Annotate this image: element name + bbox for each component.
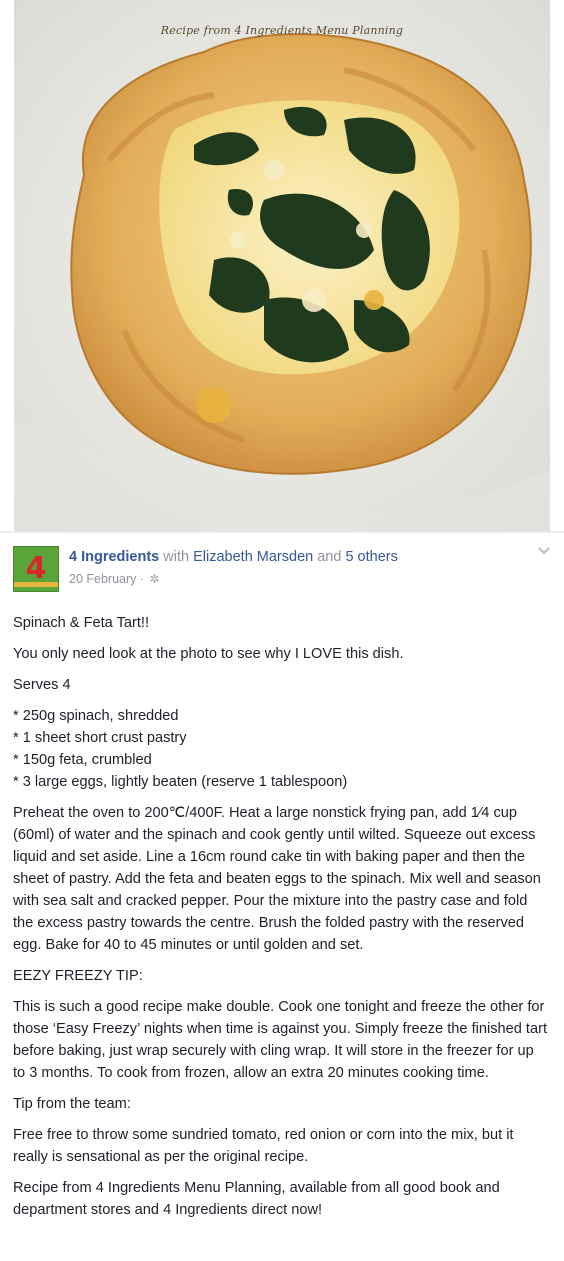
team-tip-text: Free free to throw some sundried tomato,… xyxy=(13,1127,514,1165)
post-title: Spinach & Feta Tart!! xyxy=(13,615,150,631)
post-meta: 20 February · ✲ xyxy=(69,572,160,586)
photo-watermark: Recipe from 4 Ingredients Menu Planning xyxy=(160,24,404,37)
method-text: Preheat the oven to 200℃/400F. Heat a la… xyxy=(13,805,541,953)
others-link[interactable]: 5 others xyxy=(345,549,397,565)
and-text: and xyxy=(317,549,342,565)
avatar-number: 4 xyxy=(25,551,47,586)
tagged-person-link[interactable]: Elizabeth Marsden xyxy=(193,549,313,565)
ingredient-item: * 250g spinach, shredded xyxy=(13,708,179,724)
ingredients-list: * 250g spinach, shredded * 1 sheet short… xyxy=(13,705,549,793)
post-body: Spinach & Feta Tart!! You only need look… xyxy=(13,612,549,1230)
team-tip-heading: Tip from the team: xyxy=(13,1096,131,1112)
closing-text: Recipe from 4 Ingredients Menu Planning,… xyxy=(13,1180,500,1218)
ingredient-item: * 3 large eggs, lightly beaten (reserve … xyxy=(13,774,348,790)
page-avatar[interactable]: 4 xyxy=(13,546,59,592)
ingredient-item: * 1 sheet short crust pastry xyxy=(13,730,187,746)
tart-image xyxy=(14,0,550,531)
ingredient-item: * 150g feta, crumbled xyxy=(13,752,152,768)
post-header: 4 Ingredients with Elizabeth Marsden and… xyxy=(69,549,398,565)
meta-separator: · xyxy=(139,572,145,586)
post-photo[interactable]: Recipe from 4 Ingredients Menu Planning xyxy=(14,0,550,531)
divider xyxy=(0,531,564,533)
tip-text: This is such a good recipe make double. … xyxy=(13,999,548,1081)
post-date[interactable]: 20 February xyxy=(69,572,136,586)
chevron-down-icon[interactable] xyxy=(537,546,551,558)
serves-text: Serves 4 xyxy=(13,677,71,693)
page-name-link[interactable]: 4 Ingredients xyxy=(69,549,159,565)
avatar-stripe xyxy=(14,582,58,587)
globe-icon[interactable]: ✲ xyxy=(150,572,160,586)
with-text: with xyxy=(163,549,190,565)
post-intro: You only need look at the photo to see w… xyxy=(13,646,404,662)
tip-heading: EEZY FREEZY TIP: xyxy=(13,968,143,984)
